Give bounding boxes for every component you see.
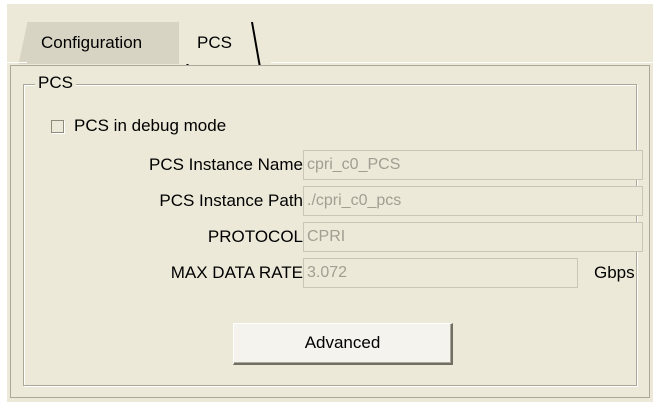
instance-path-field[interactable]: ./cpri_c0_pcs [303,186,643,216]
tab-strip: Configuration PCS [7,4,653,66]
tab-configuration[interactable]: Configuration [27,22,195,64]
instance-path-label: PCS Instance Path [159,191,303,210]
tab-pcs-label: PCS [197,33,232,52]
pcs-config-window: Configuration PCS PCS PCS in debug mode … [7,4,653,402]
data-rate-unit: Gbps [594,263,635,282]
instance-name-field[interactable]: cpri_c0_PCS [303,150,643,180]
debug-mode-label: PCS in debug mode [74,116,227,135]
max-data-rate-field[interactable]: 3.072 [303,258,578,288]
pcs-tab-panel: PCS PCS in debug mode PCS Instance Name … [10,65,650,398]
max-data-rate-label: MAX DATA RATE [170,263,303,282]
tab-baseline [271,62,653,63]
debug-mode-row[interactable]: PCS in debug mode [51,115,226,137]
protocol-field[interactable]: CPRI [303,222,643,252]
advanced-button[interactable]: Advanced [233,323,453,365]
debug-mode-checkbox[interactable] [51,119,64,133]
tab-configuration-label: Configuration [41,33,143,52]
protocol-label: PROTOCOL [207,227,303,246]
instance-name-label: PCS Instance Name [148,155,303,174]
groupbox-title: PCS [35,73,76,93]
tab-baseline [7,62,27,63]
